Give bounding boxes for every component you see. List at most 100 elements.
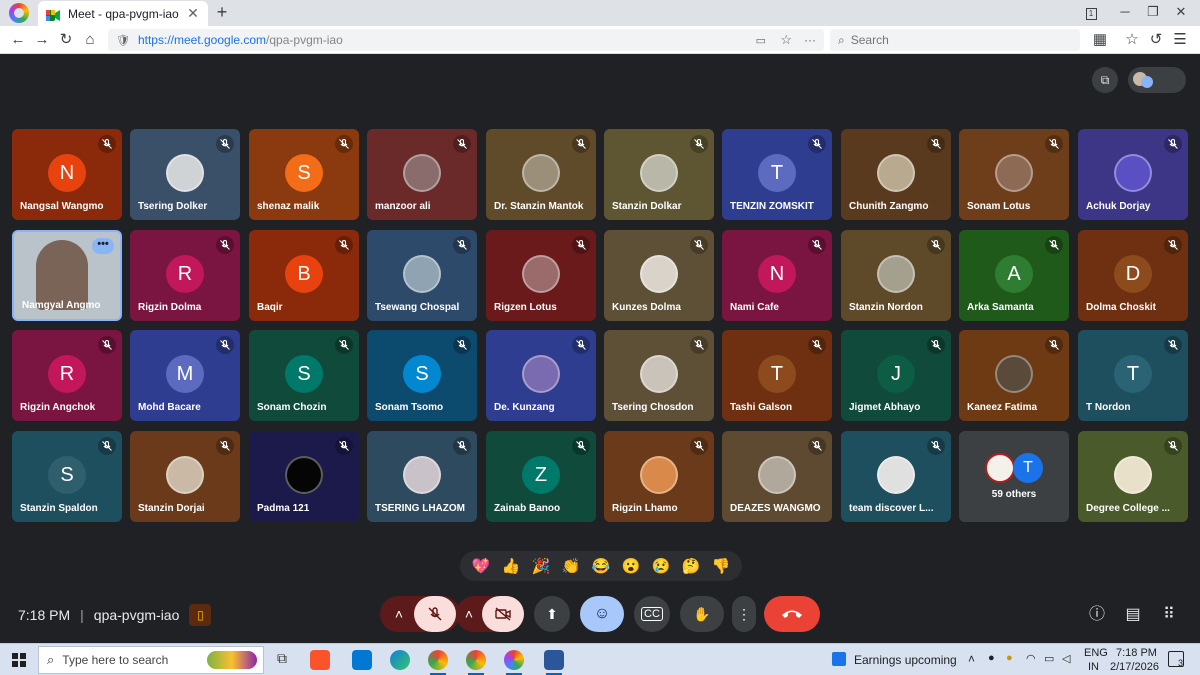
notification-icon[interactable]: 3 [1168,651,1184,668]
search-input[interactable] [850,33,1051,47]
participant-tile[interactable]: Tsewang Chospal [367,230,477,321]
word-icon[interactable] [544,650,564,675]
taskbar-search[interactable]: ⌕ Type here to search [38,646,264,674]
lang-line1[interactable]: ENG [1084,647,1108,659]
participant-tile[interactable]: Sonam Lotus [959,129,1069,220]
participant-tile[interactable]: Tsering Chosdon [604,330,714,421]
restore-icon[interactable]: ❐ [1140,4,1166,20]
camera-indicator-icon[interactable]: ▭ [756,34,766,47]
participant-tile[interactable]: Tsering Dolker [130,129,240,220]
participant-tile[interactable]: DEAZES WANGMO [722,431,832,522]
browser-app-icon[interactable] [504,650,524,675]
weather-icon[interactable] [832,652,846,666]
participant-tile[interactable]: Stanzin Dolkar [604,129,714,220]
browser-logo-icon[interactable] [9,3,29,23]
close-window-icon[interactable]: ✕ [1168,4,1194,20]
battery-icon[interactable]: ▭ [1044,652,1054,665]
tile-more-options-icon[interactable]: ••• [92,238,114,254]
address-bar[interactable]: 🛡 https://meet.google.com /qpa-pvgm-iao … [108,29,824,51]
participant-tile[interactable]: Sshenaz malik [249,129,359,220]
mic-off-button[interactable] [414,596,456,632]
weather-text[interactable]: Earnings upcoming [854,653,957,667]
participant-tile[interactable]: ••• Namgyal Angmo [12,230,122,321]
participant-tile[interactable]: TSERING LHAZOM [367,431,477,522]
breakout-room-icon[interactable]: ▯ [189,604,212,626]
chat-icon[interactable]: ▤ [1122,604,1144,626]
participant-tile[interactable]: T TENZIN ZOMSKIT [722,129,832,220]
participant-tile[interactable]: Padma 121 [249,431,359,522]
participant-tile[interactable]: S Sonam Chozin [249,330,359,421]
forward-icon[interactable]: → [32,30,52,50]
participant-tile[interactable]: T 59 others [959,431,1069,522]
minimize-icon[interactable]: ─ [1112,4,1138,19]
participant-tile[interactable]: team discover L... [841,431,951,522]
chrome-profile-icon[interactable] [466,650,486,675]
participant-tile[interactable]: T T Nordon [1078,330,1188,421]
participant-tile[interactable]: N Nami Cafe [722,230,832,321]
captions-button[interactable]: CC [634,596,670,632]
activities-icon[interactable]: ⠿ [1158,604,1180,626]
apps-grid-icon[interactable]: ▦ [1090,30,1110,50]
reaction-emoji[interactable]: 💖 [472,557,491,575]
microsoft-store-icon[interactable] [352,650,372,670]
raise-hand-button[interactable]: ✋ [680,596,724,632]
participant-tile[interactable]: Dr. Stanzin Mantok [486,129,596,220]
participant-tile[interactable]: Kaneez Fatima [959,330,1069,421]
participant-tile[interactable]: Degree College ... [1078,431,1188,522]
reaction-emoji[interactable]: 😢 [652,557,671,575]
lang-line2[interactable]: IN [1088,661,1099,673]
windows-start-icon[interactable] [12,653,26,667]
mic-options-chevron-icon[interactable]: ˄ [384,606,414,622]
search-box[interactable]: ⌕ [830,29,1080,51]
leave-call-button[interactable] [764,596,820,632]
task-view-icon[interactable]: ⧉ [272,650,292,670]
reaction-emoji[interactable]: 👍 [502,557,521,575]
participant-tile[interactable]: M Mohd Bacare [130,330,240,421]
participant-tile[interactable]: S Sonam Tsomo [367,330,477,421]
participant-tile[interactable]: S Stanzin Spaldon [12,431,122,522]
participant-tile[interactable]: N Nangsal Wangmo [12,129,122,220]
participant-avatars-button[interactable] [1128,67,1186,93]
participant-tile[interactable]: D Dolma Choskit [1078,230,1188,321]
mic-tray-icon[interactable]: ● [988,652,995,664]
edge-browser-icon[interactable] [390,650,410,670]
camera-options-chevron-icon[interactable]: ˄ [456,606,482,622]
participant-tile[interactable]: Stanzin Dorjai [130,431,240,522]
reaction-emoji[interactable]: 🎉 [532,557,551,575]
participant-tile[interactable]: Kunzes Dolma [604,230,714,321]
menu-icon[interactable]: ☰ [1170,30,1190,50]
participant-tile[interactable]: De. Kunzang [486,330,596,421]
more-options-button[interactable]: ⋮ [732,596,756,632]
participant-tile[interactable]: R Rigzin Dolma [130,230,240,321]
volume-icon[interactable]: ◁ [1062,652,1070,665]
tab-count-icon[interactable]: 1 [1078,4,1104,20]
participant-tile[interactable]: manzoor ali [367,129,477,220]
tab-close-icon[interactable]: ✕ [186,5,200,22]
info-icon[interactable]: ⓘ [1086,604,1108,626]
reaction-emoji[interactable]: 👎 [712,557,731,575]
participant-tile[interactable]: Stanzin Nordon [841,230,951,321]
participant-tile[interactable]: Achuk Dorjay [1078,129,1188,220]
participant-tile[interactable]: R Rigzin Angchok [12,330,122,421]
reaction-emoji[interactable]: 😮 [622,557,641,575]
wifi-icon[interactable]: ◠ [1026,652,1036,665]
more-icon[interactable]: ··· [804,33,816,47]
reaction-emoji[interactable]: 🤔 [682,557,701,575]
camera-off-button[interactable] [482,596,524,632]
participant-tile[interactable]: Rigzin Lhamo [604,431,714,522]
participant-tile[interactable]: Rigzen Lotus [486,230,596,321]
brave-browser-icon[interactable] [310,650,330,670]
reaction-emoji[interactable]: 👏 [562,557,581,575]
reactions-button[interactable]: ☺ [580,596,624,632]
participant-tile[interactable]: A Arka Samanta [959,230,1069,321]
participant-tile[interactable]: B Baqir [249,230,359,321]
favorites-icon[interactable]: ☆ [1122,30,1142,50]
present-button[interactable]: ⬆ [534,596,570,632]
tab-meet[interactable]: Meet - qpa-pvgm-iao ✕ [38,1,208,26]
back-icon[interactable]: ← [8,30,28,50]
app-tray-icon[interactable]: ● [1006,652,1013,664]
participant-tile[interactable]: Z Zainab Banoo [486,431,596,522]
star-icon[interactable]: ☆ [780,32,792,48]
chrome-icon[interactable] [428,650,448,675]
history-icon[interactable]: ↺ [1146,30,1166,50]
